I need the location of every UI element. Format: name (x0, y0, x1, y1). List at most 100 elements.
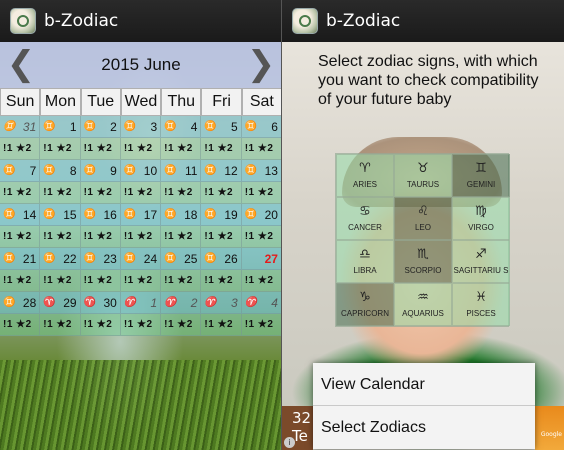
calendar-day-cell[interactable]: ♊ 3 (120, 116, 162, 138)
day-compatibility-cell[interactable]: !1 ★2 (0, 182, 41, 204)
day-compatibility-cell[interactable]: !1 ★2 (241, 226, 281, 248)
day-compatibility-cell[interactable]: !1 ★2 (80, 314, 121, 336)
zodiac-option-leo[interactable]: ♌ LEO (394, 197, 452, 240)
calendar-day-cell[interactable]: ♊ 23 (80, 248, 121, 270)
day-number: 19 (224, 207, 238, 222)
day-compatibility-cell[interactable]: !1 ★2 (0, 314, 41, 336)
day-compatibility-cell[interactable]: !1 ★2 (40, 138, 81, 160)
day-number: 13 (264, 163, 278, 178)
app-logo-icon[interactable] (292, 8, 318, 34)
calendar-day-cell[interactable]: ♈ 30 (80, 292, 121, 314)
calendar-day-cell[interactable]: ♈ 29 (40, 292, 81, 314)
zodiac-option-sagittarius[interactable]: ♐ SAGITTARIU S (452, 240, 510, 283)
day-compatibility-cell[interactable]: !1 ★2 (161, 226, 202, 248)
day-compatibility-cell[interactable]: !1 ★2 (201, 182, 242, 204)
day-compatibility-cell[interactable]: !1 ★2 (201, 270, 242, 292)
calendar-day-cell[interactable]: 27 (241, 248, 281, 270)
zodiac-sign-icon: ♊ (123, 209, 137, 220)
day-compatibility-cell[interactable]: !1 ★2 (0, 270, 41, 292)
next-month-icon[interactable]: ❯ (246, 47, 276, 82)
day-compatibility-cell[interactable]: !1 ★2 (241, 138, 281, 160)
zodiac-option-aries[interactable]: ♈ ARIES (336, 154, 394, 197)
calendar-day-cell[interactable]: ♊ 31 (0, 116, 41, 138)
app-logo-icon[interactable] (10, 8, 36, 34)
month-label: 2015 June (101, 55, 181, 74)
calendar-day-cell[interactable]: ♊ 2 (80, 116, 121, 138)
zodiac-option-taurus[interactable]: ♉ TAURUS (394, 154, 452, 197)
day-compatibility-cell[interactable]: !1 ★2 (0, 226, 41, 248)
calendar-day-cell[interactable]: ♊ 24 (120, 248, 162, 270)
day-compatibility-cell[interactable]: !1 ★2 (80, 138, 121, 160)
zodiac-option-cancer[interactable]: ♋ CANCER (336, 197, 394, 240)
day-compatibility-cell[interactable]: !1 ★2 (40, 270, 81, 292)
zodiac-sign-icon: ♏ (417, 247, 429, 262)
zodiac-option-capricorn[interactable]: ♑ CAPRICORN (336, 283, 394, 326)
day-compatibility-cell[interactable]: !1 ★2 (120, 226, 162, 248)
day-compatibility-cell[interactable]: !1 ★2 (40, 182, 81, 204)
previous-month-icon[interactable]: ❮ (6, 47, 36, 82)
calendar-day-cell[interactable]: ♊ 20 (241, 204, 281, 226)
calendar-day-cell[interactable]: ♈ 4 (241, 292, 281, 314)
calendar-day-cell[interactable]: ♊ 15 (40, 204, 81, 226)
zodiac-option-gemini[interactable]: ♊ GEMINI (452, 154, 510, 197)
menu-item-view-calendar[interactable]: View Calendar (313, 363, 535, 406)
ad-banner[interactable]: 32 Te i (282, 406, 313, 450)
menu-item-select-zodiacs[interactable]: Select Zodiacs (313, 406, 535, 449)
ad-banner-right[interactable]: Google (535, 406, 564, 450)
calendar-day-cell[interactable]: ♊ 7 (0, 160, 41, 182)
zodiac-option-scorpio[interactable]: ♏ SCORPIO (394, 240, 452, 283)
calendar-day-cell[interactable]: ♊ 21 (0, 248, 41, 270)
day-compatibility-cell[interactable]: !1 ★2 (80, 270, 121, 292)
day-compatibility-cell[interactable]: !1 ★2 (241, 270, 281, 292)
calendar-day-cell[interactable]: ♊ 17 (120, 204, 162, 226)
day-compatibility-cell[interactable]: !1 ★2 (201, 226, 242, 248)
calendar-day-cell[interactable]: ♊ 14 (0, 204, 41, 226)
zodiac-option-virgo[interactable]: ♍ VIRGO (452, 197, 510, 240)
calendar-day-cell[interactable]: ♊ 22 (40, 248, 81, 270)
calendar-day-cell[interactable]: ♊ 6 (241, 116, 281, 138)
calendar-day-cell[interactable]: ♊ 26 (201, 248, 242, 270)
day-compatibility-cell[interactable]: !1 ★2 (201, 138, 242, 160)
day-compatibility-cell[interactable]: !1 ★2 (120, 314, 162, 336)
calendar-day-cell[interactable]: ♈ 1 (120, 292, 162, 314)
calendar-day-cell[interactable]: ♊ 16 (80, 204, 121, 226)
calendar-day-cell[interactable]: ♊ 13 (241, 160, 281, 182)
calendar-day-cell[interactable]: ♊ 11 (161, 160, 202, 182)
day-compatibility-cell[interactable]: !1 ★2 (241, 314, 281, 336)
day-compatibility-cell[interactable]: !1 ★2 (161, 314, 202, 336)
day-compatibility-cell[interactable]: !1 ★2 (80, 182, 121, 204)
day-compatibility-cell[interactable]: !1 ★2 (241, 182, 281, 204)
calendar-day-cell[interactable]: ♊ 4 (161, 116, 202, 138)
calendar-day-cell[interactable]: ♊ 8 (40, 160, 81, 182)
zodiac-sign-icon: ♊ (3, 165, 16, 176)
calendar-day-cell[interactable]: ♈ 2 (161, 292, 202, 314)
zodiac-option-pisces[interactable]: ♓ PISCES (452, 283, 510, 326)
day-compatibility-cell[interactable]: !1 ★2 (161, 138, 202, 160)
ad-info-icon[interactable]: i (284, 437, 295, 448)
day-compatibility-cell[interactable]: !1 ★2 (120, 182, 162, 204)
zodiac-option-aquarius[interactable]: ♒ AQUARIUS (394, 283, 452, 326)
day-compatibility-cell[interactable]: !1 ★2 (80, 226, 121, 248)
calendar-day-cell[interactable]: ♊ 25 (161, 248, 202, 270)
day-number: 6 (271, 119, 278, 134)
day-compatibility-cell[interactable]: !1 ★2 (40, 314, 81, 336)
day-compatibility-cell[interactable]: !1 ★2 (120, 138, 162, 160)
calendar-day-cell[interactable]: ♊ 18 (161, 204, 202, 226)
day-compatibility-cell[interactable]: !1 ★2 (0, 138, 41, 160)
calendar-day-cell[interactable]: ♊ 19 (201, 204, 242, 226)
calendar-day-cell[interactable]: ♊ 5 (201, 116, 242, 138)
day-compatibility-cell[interactable]: !1 ★2 (161, 270, 202, 292)
calendar-day-cell[interactable]: ♊ 1 (40, 116, 81, 138)
calendar-day-cell[interactable]: ♊ 28 (0, 292, 41, 314)
calendar-day-cell[interactable]: ♊ 12 (201, 160, 242, 182)
app-title: b-Zodiac (44, 11, 119, 31)
day-compatibility-cell[interactable]: !1 ★2 (40, 226, 81, 248)
calendar-day-cell[interactable]: ♊ 9 (80, 160, 121, 182)
day-compatibility-cell[interactable]: !1 ★2 (161, 182, 202, 204)
zodiac-name: GEMINI (466, 180, 496, 189)
day-compatibility-cell[interactable]: !1 ★2 (201, 314, 242, 336)
calendar-day-cell[interactable]: ♊ 10 (120, 160, 162, 182)
day-compatibility-cell[interactable]: !1 ★2 (120, 270, 162, 292)
calendar-day-cell[interactable]: ♈ 3 (201, 292, 242, 314)
zodiac-option-libra[interactable]: ♎ LIBRA (336, 240, 394, 283)
